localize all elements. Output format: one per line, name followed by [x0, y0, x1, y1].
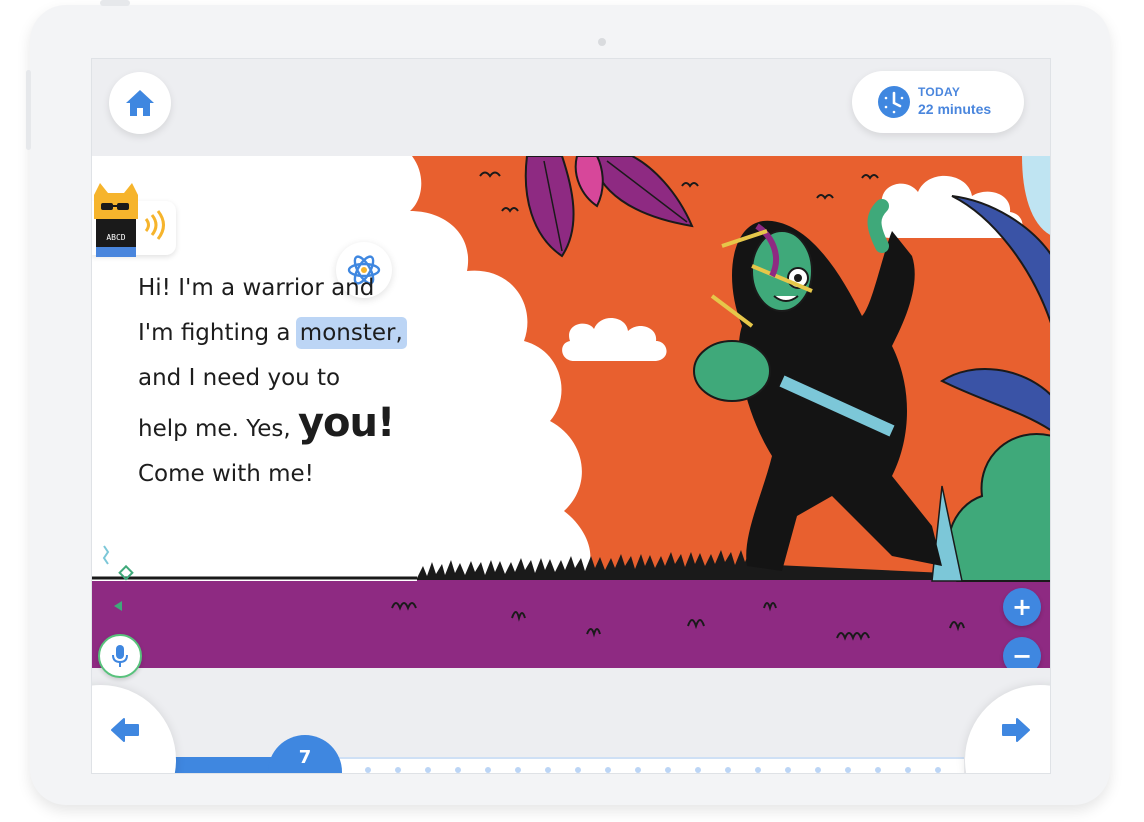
story-line-5: Come with me!	[138, 461, 314, 487]
timer-label: TODAY	[918, 85, 961, 99]
zoom-in-button[interactable]: +	[1003, 588, 1041, 626]
home-icon	[126, 90, 154, 116]
cat-mascot-icon: ABCD	[94, 183, 165, 257]
bottom-bar: 7	[92, 669, 1050, 773]
tablet-side-button	[26, 70, 31, 150]
highlighted-word[interactable]: monster,	[295, 317, 407, 349]
top-bar: TODAY 22 minutes	[92, 59, 1050, 157]
microphone-icon	[112, 645, 128, 667]
story-text: Hi! I'm a warrior and I'm fighting a mon…	[138, 266, 407, 497]
page-progress-fill	[174, 757, 274, 773]
camera-dot	[598, 38, 606, 46]
tablet-top-button	[100, 0, 130, 6]
mascot-card[interactable]: ABCD	[92, 183, 176, 257]
story-line-4: help me. Yes, you!	[138, 401, 407, 452]
timer-value: 22 minutes	[918, 101, 992, 117]
story-line-3: and I need you to	[138, 365, 341, 391]
next-page-button[interactable]	[965, 685, 1050, 773]
story-line-2: I'm fighting a monster,	[138, 311, 407, 356]
page-dots	[365, 767, 941, 773]
reading-time-badge: TODAY 22 minutes	[852, 71, 1024, 133]
app-screen: TODAY 22 minutes ABCD Hi! I'm a warrior …	[91, 58, 1051, 774]
arrow-left-icon	[111, 718, 139, 742]
arrow-right-icon	[1002, 718, 1030, 742]
previous-page-button[interactable]	[92, 685, 176, 773]
story-line-4-text: help me. Yes,	[138, 416, 291, 442]
emphasis-word: you!	[297, 400, 395, 446]
current-page-indicator[interactable]: 7	[268, 735, 342, 773]
story-line-2-text: I'm fighting a	[138, 320, 291, 346]
clock-icon	[878, 86, 910, 118]
story-line-1: Hi! I'm a warrior and	[138, 275, 375, 301]
home-button[interactable]	[109, 72, 171, 134]
book-page: ABCD Hi! I'm a warrior and I'm fighting …	[92, 156, 1050, 668]
mascot-shirt-text: ABCD	[106, 233, 125, 242]
zoom-out-button[interactable]: −	[1003, 637, 1041, 668]
